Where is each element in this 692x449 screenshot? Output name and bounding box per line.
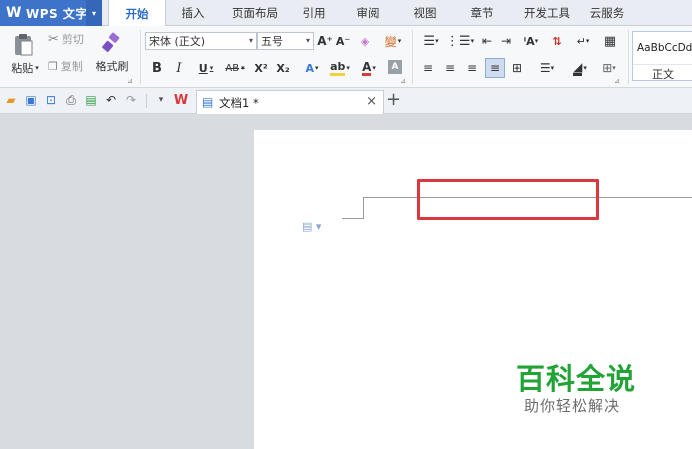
watermark-subtitle: 助你轻松解决 <box>524 397 621 415</box>
style-gallery[interactable]: AaBbCcDd 正文 <box>632 31 692 81</box>
paint-bucket-icon: ◢ <box>573 59 583 76</box>
font-color-button[interactable]: A ▾ <box>356 59 382 77</box>
ribbon-home: 粘贴 ▾ ✂ 剪切 ❐ 复制 格式刷 ⊿ 宋体 (正文) ▾ 五号 ▾ A⁺ A⁻… <box>0 26 692 88</box>
export-pdf-icon[interactable]: ⊡ <box>44 93 58 107</box>
align-center-button[interactable]: ≡ <box>442 59 458 77</box>
document-tab-label: 文档1 * <box>219 96 259 110</box>
document-tab-bar: ▰ ▣ ⊡ ⎙ ▤ ↶ ↷ ▾ W ▤ 文档1 * × + <box>0 88 692 114</box>
borders-button[interactable]: ⊞ ▾ <box>596 59 622 77</box>
new-tab-icon[interactable]: + <box>386 89 401 110</box>
format-painter-label: 格式刷 <box>95 60 129 73</box>
char-shading-button[interactable]: A <box>388 60 402 74</box>
clipboard-launcher-icon[interactable]: ⊿ <box>127 77 133 85</box>
menu-bar: W WPS 文字 ▾ 开始 插入 页面布局 引用 审阅 视图 章节 开发工具 云… <box>0 0 692 27</box>
justify-button[interactable]: ≡ <box>485 58 505 78</box>
tab-page-layout[interactable]: 页面布局 <box>220 0 290 26</box>
customize-toolbar-icon[interactable]: ▾ <box>154 93 168 107</box>
align-left-button[interactable]: ≡ <box>420 59 436 77</box>
paste-button[interactable] <box>6 30 40 60</box>
menu-tabs: 开始 插入 页面布局 引用 审阅 视图 章节 开发工具 云服务 <box>108 0 632 27</box>
format-painter-button[interactable] <box>98 32 124 54</box>
tab-review[interactable]: 审阅 <box>338 0 398 26</box>
font-color-icon: A <box>362 59 372 76</box>
paste-icon <box>15 34 33 56</box>
document-page[interactable] <box>254 130 692 449</box>
strikethrough-button[interactable]: AB ▾ <box>220 59 250 77</box>
italic-button[interactable]: I <box>172 59 186 77</box>
copy-button[interactable]: ❐ 复制 <box>48 58 92 74</box>
paragraph-layout-icon[interactable]: ▤ ▾ <box>302 220 321 233</box>
paste-label[interactable]: 粘贴 ▾ <box>6 60 44 76</box>
document-icon: ▤ <box>202 95 214 109</box>
shading-button[interactable]: ◢ ▾ <box>566 59 594 77</box>
ribbon-separator <box>628 30 629 84</box>
tab-chapter[interactable]: 章节 <box>452 0 512 26</box>
brush-icon <box>102 32 120 52</box>
wps-home-icon[interactable]: W <box>174 93 188 108</box>
phonetic-icon: 變 <box>384 34 397 49</box>
sort-icon[interactable]: ⇅ <box>548 32 566 50</box>
show-marks-button[interactable]: ↵ ▾ <box>570 32 596 50</box>
numbered-list-button[interactable]: ⋮☰ ▾ <box>446 32 474 50</box>
underline-button[interactable]: U ▾ <box>194 59 218 77</box>
ribbon-separator <box>140 30 141 84</box>
decrease-indent-button[interactable]: ⇤ <box>478 32 496 50</box>
grow-font-button[interactable]: A⁺ <box>316 32 334 50</box>
highlight-button[interactable]: ab ▾ <box>327 59 353 77</box>
font-name-select[interactable]: 宋体 (正文) ▾ <box>145 32 257 50</box>
margin-corner-mark <box>342 218 364 219</box>
tab-home[interactable]: 开始 <box>108 0 166 27</box>
print-icon[interactable]: ⎙ <box>64 93 78 107</box>
phonetic-guide-button[interactable]: 變 ▾ <box>378 31 408 51</box>
line-spacing-button[interactable]: ☰ ▾ <box>534 59 560 77</box>
text-effect-button[interactable]: A ▾ <box>300 59 324 77</box>
bullet-list-button[interactable]: ☰ ▾ <box>418 32 444 50</box>
paragraph-launcher-icon[interactable]: ⊿ <box>614 77 620 85</box>
shrink-font-button[interactable]: A⁻ <box>334 32 352 50</box>
clear-format-icon[interactable]: ◈ <box>356 32 374 50</box>
close-icon[interactable]: × <box>366 94 377 109</box>
chevron-down-icon: ▾ <box>248 36 253 45</box>
style-preview: AaBbCcDd <box>637 42 692 54</box>
copy-icon: ❐ <box>48 59 58 73</box>
distributed-button[interactable]: ⊞ <box>508 59 526 77</box>
cut-button[interactable]: ✂ 剪切 <box>48 31 92 47</box>
bold-button[interactable]: B <box>150 59 164 77</box>
tab-references[interactable]: 引用 <box>290 0 338 26</box>
document-tab[interactable]: ▤ 文档1 * × <box>196 90 384 114</box>
tab-view[interactable]: 视图 <box>398 0 452 26</box>
redo-icon[interactable]: ↷ <box>124 93 138 107</box>
increase-indent-button[interactable]: ⇥ <box>497 32 515 50</box>
highlight-box <box>417 179 599 220</box>
tab-developer[interactable]: 开发工具 <box>512 0 582 26</box>
font-size-select[interactable]: 五号 ▾ <box>257 32 314 50</box>
undo-icon[interactable]: ↶ <box>104 93 118 107</box>
open-folder-icon[interactable]: ▰ <box>4 93 18 107</box>
tab-cloud[interactable]: 云服务 <box>582 0 632 26</box>
style-normal[interactable]: 正文 <box>633 64 692 82</box>
wps-logo-icon: W <box>6 5 22 21</box>
superscript-button[interactable]: X² <box>252 59 270 77</box>
save-icon[interactable]: ▣ <box>24 93 38 107</box>
app-dropdown-icon[interactable]: ▾ <box>86 0 102 26</box>
watermark-title: 百科全说 <box>516 362 637 396</box>
toolbar-separator <box>146 94 147 108</box>
highlighter-icon: ab <box>330 60 346 76</box>
change-case-button[interactable]: ⁱA ▾ <box>518 32 544 50</box>
app-title: WPS 文字 <box>26 6 88 21</box>
chevron-down-icon: ▾ <box>305 36 310 45</box>
tab-insert[interactable]: 插入 <box>166 0 220 26</box>
subscript-button[interactable]: X₂ <box>274 59 292 77</box>
margin-corner-mark <box>363 197 364 219</box>
font-launcher-icon[interactable]: ⊿ <box>400 77 406 85</box>
print-preview-icon[interactable]: ▤ <box>84 93 98 107</box>
ribbon-separator <box>412 30 413 84</box>
scissors-icon: ✂ <box>48 31 59 47</box>
align-right-button[interactable]: ≡ <box>464 59 480 77</box>
app-menu-button[interactable]: W WPS 文字 ▾ <box>0 0 102 26</box>
table-icon[interactable]: ▦ <box>600 32 620 50</box>
